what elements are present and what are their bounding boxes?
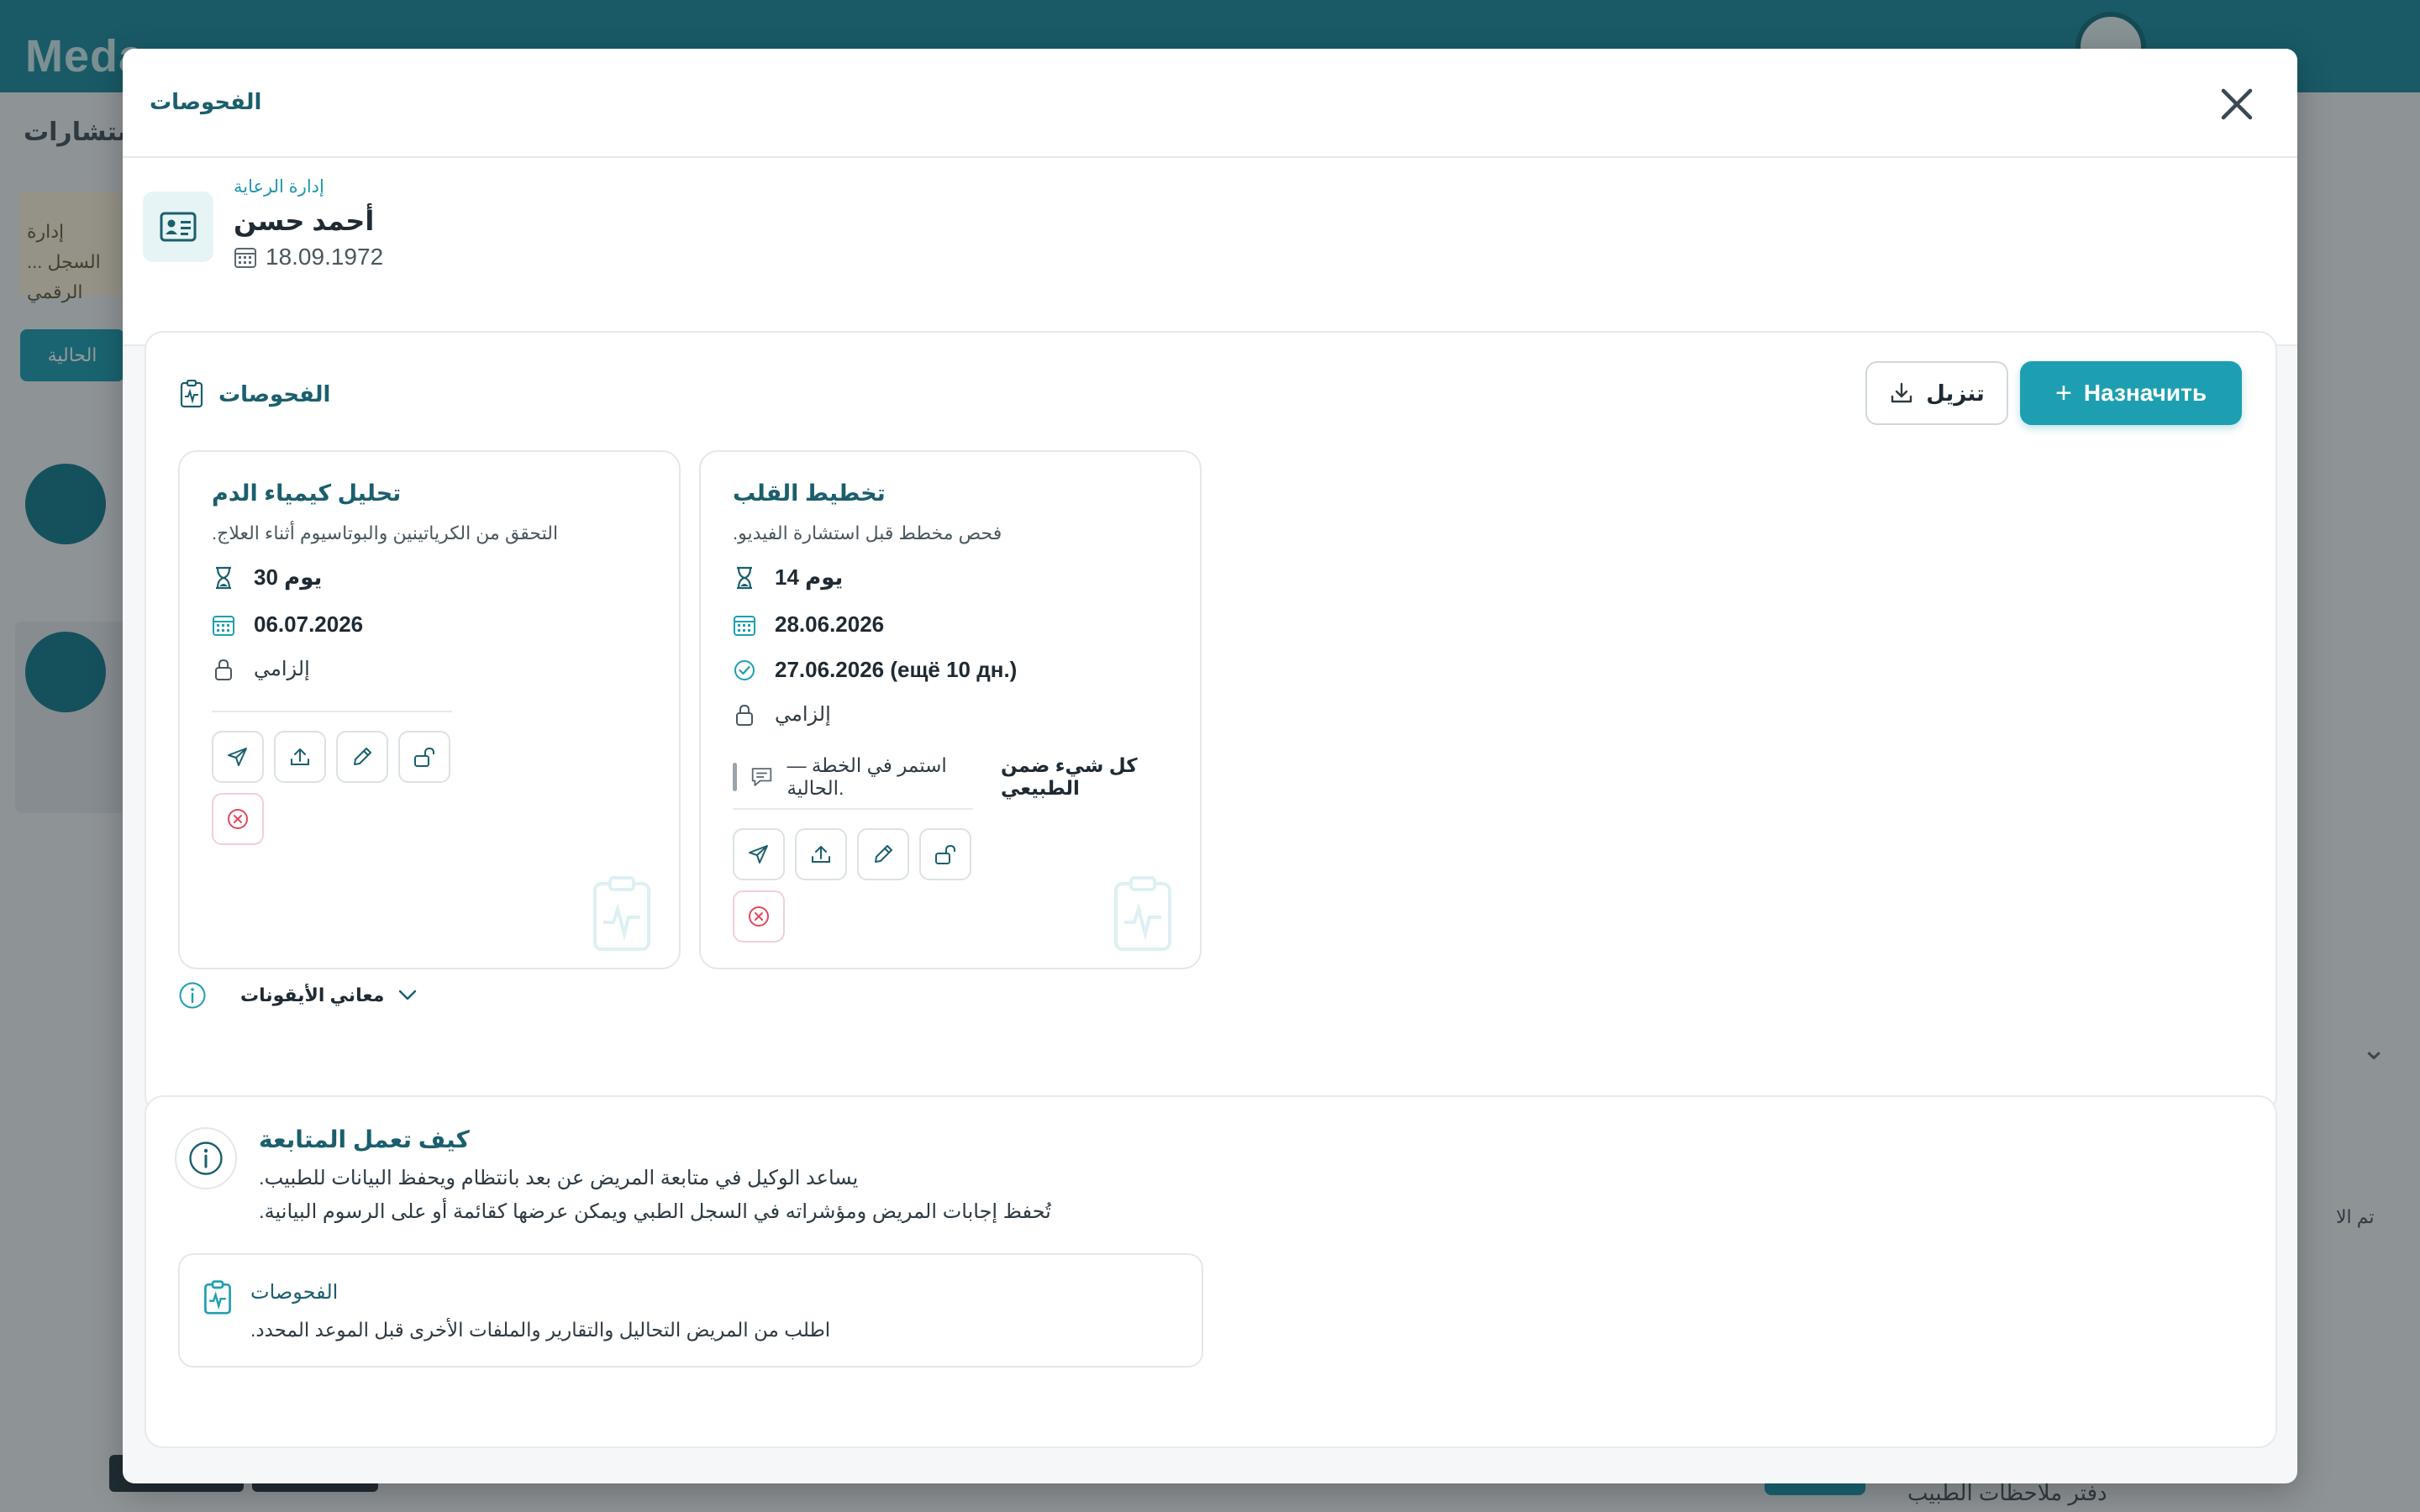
patient-bar: إدارة الرعاية أحمد حسن 18.09.1972	[123, 158, 2297, 346]
unlock-icon	[935, 844, 955, 864]
lock-icon	[212, 658, 235, 681]
patient-dob: 18.09.1972	[234, 244, 383, 270]
exam-card-title: تخطيط القلب	[733, 480, 886, 506]
how-line-1: .يساعد الوكيل في متابعة المريض عن بعد با…	[259, 1167, 859, 1189]
pencil-icon	[875, 845, 892, 863]
close-button[interactable]	[2213, 81, 2260, 128]
exams-modal: الفحوصات إدارة الرعاية أحمد حسن 18.09.19…	[123, 49, 2297, 1483]
upload-icon	[812, 846, 830, 863]
feature-description: .اطلب من المريض التحاليل والتقارير والمل…	[250, 1319, 831, 1341]
comment-rest: — استمر في الخطة الحالية.	[786, 754, 947, 799]
send-button[interactable]	[212, 731, 264, 783]
patient-dob-value: 18.09.1972	[266, 244, 384, 270]
exam-completed-value: 27.06.2026 (ещё 10 дн.)	[775, 657, 1018, 682]
feature-card-exams: الفحوصات .اطلب من المريض التحاليل والتقا…	[178, 1253, 1203, 1368]
calendar-icon	[234, 248, 256, 268]
exam-completed: 27.06.2026 (ещё 10 дн.)	[733, 657, 1017, 683]
clipboard-watermark-icon	[1114, 876, 1171, 951]
calendar-icon	[733, 613, 756, 637]
info-icon	[189, 1142, 223, 1175]
hourglass-icon	[733, 566, 756, 590]
send-icon	[228, 748, 247, 766]
exam-duration-value: يوم 14	[775, 564, 844, 590]
comment-bar	[733, 763, 738, 791]
icon-legend-label: معاني الأيقونات	[240, 984, 385, 1005]
exam-date: 28.06.2026	[733, 612, 884, 638]
patient-subtitle: إدارة الرعاية	[234, 177, 324, 197]
exam-duration: يوم 30	[212, 564, 322, 591]
exam-card-ecg[interactable]: تخطيط القلب .فحص مخطط قبل استشارة الفيدي…	[699, 450, 1202, 969]
exams-heading-text: الفحوصات	[218, 381, 331, 407]
clipboard-pulse-icon	[204, 1280, 231, 1315]
exam-card-description: .فحص مخطط قبل استشارة الفيديو	[733, 522, 1002, 543]
info-icon	[179, 982, 206, 1009]
lock-icon	[733, 703, 756, 727]
exam-card-title: تحليل كيمياء الدم	[212, 480, 402, 506]
download-button[interactable]: تنزيل	[1865, 361, 2008, 425]
comment-bold: كل شيء ضمن الطبيعي	[1000, 754, 1138, 799]
how-info-badge	[175, 1127, 237, 1189]
edit-button[interactable]	[336, 731, 388, 783]
icon-legend-toggle[interactable]: معاني الأيقونات	[178, 981, 418, 1010]
clipboard-pulse-icon	[180, 380, 203, 408]
modal-title: الفحوصات	[150, 89, 262, 114]
edit-button[interactable]	[857, 828, 909, 880]
unlock-button[interactable]	[919, 828, 971, 880]
unlock-button[interactable]	[398, 731, 450, 783]
doctor-comment: — استمر في الخطة الحالية. كل شيء ضمن الط…	[733, 754, 1200, 800]
assign-button[interactable]: + Назначить	[2020, 361, 2242, 425]
exam-duration: يوم 14	[733, 564, 843, 591]
cancel-circle-icon	[228, 809, 248, 829]
exam-requirement: إلزامي	[733, 702, 831, 727]
download-label: تنزيل	[1926, 380, 1985, 406]
patient-badge	[143, 192, 213, 262]
calendar-icon	[212, 613, 235, 637]
exam-requirement-value: إلزامي	[775, 703, 831, 726]
exams-heading: الفحوصات	[180, 380, 330, 408]
how-title: كيف تعمل المتابعة	[259, 1126, 470, 1152]
chevron-down-icon	[399, 990, 417, 1000]
cancel-circle-icon	[749, 906, 769, 927]
close-icon	[2221, 88, 2253, 120]
cancel-exam-button[interactable]	[212, 793, 264, 845]
cancel-exam-button[interactable]	[733, 890, 785, 942]
plus-icon: +	[2054, 377, 2072, 409]
exam-date-value: 06.07.2026	[254, 612, 364, 637]
how-line-2: .تُحفظ إجابات المريض ومؤشراته في السجل ا…	[259, 1200, 1051, 1223]
check-circle-icon	[733, 659, 756, 682]
divider	[212, 711, 452, 712]
id-card-icon	[160, 212, 197, 242]
clipboard-watermark-icon	[593, 876, 650, 951]
pencil-icon	[354, 748, 371, 765]
modal-header: الفحوصات	[123, 49, 2297, 158]
exam-duration-value: يوم 30	[254, 564, 323, 590]
upload-button[interactable]	[274, 731, 326, 783]
how-it-works-section: كيف تعمل المتابعة .يساعد الوكيل في متابع…	[145, 1095, 2277, 1448]
patient-name: أحمد حسن	[234, 206, 375, 236]
assign-label: Назначить	[2083, 380, 2207, 406]
exam-card-blood-chemistry[interactable]: تحليل كيمياء الدم .التحقق من الكرياتينين…	[178, 450, 681, 969]
exam-date-value: 28.06.2026	[775, 612, 885, 637]
hourglass-icon	[212, 566, 235, 590]
send-icon	[749, 845, 768, 864]
exam-requirement: إلزامي	[212, 657, 310, 681]
upload-icon	[291, 748, 309, 765]
divider	[733, 808, 973, 810]
unlock-icon	[414, 747, 434, 767]
exam-requirement-value: إلزامي	[254, 658, 310, 680]
feature-title: الفحوصات	[250, 1281, 339, 1304]
exams-section: الفحوصات تنزيل + Назначить تحليل كيمياء …	[145, 331, 2277, 1114]
exam-date: 06.07.2026	[212, 612, 363, 638]
send-button[interactable]	[733, 828, 785, 880]
exam-card-description: .التحقق من الكرياتينين والبوتاسيوم أثناء…	[212, 522, 559, 543]
upload-button[interactable]	[795, 828, 847, 880]
comment-icon	[752, 768, 772, 786]
download-icon	[1891, 382, 1912, 403]
